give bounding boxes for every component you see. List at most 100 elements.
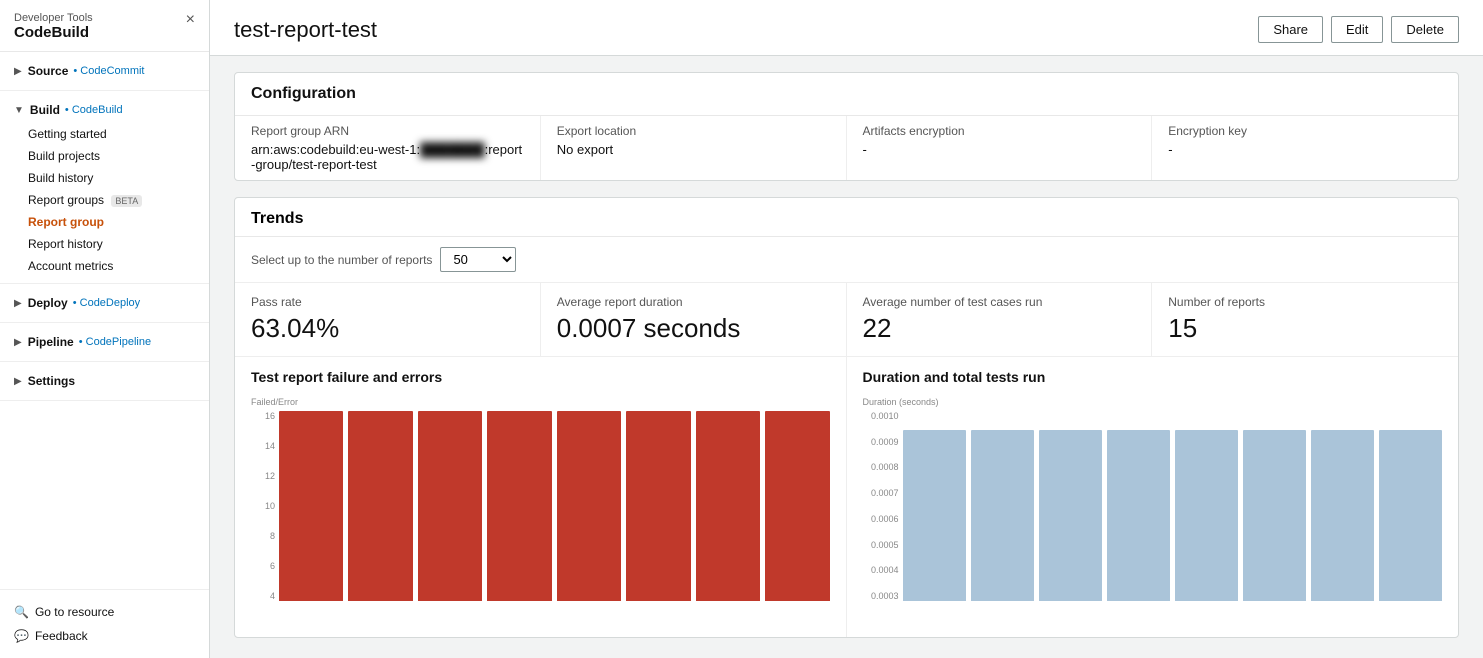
sidebar-section-source: ▶ Source • CodeCommit bbox=[0, 52, 209, 91]
dur-bar-8 bbox=[1379, 430, 1442, 601]
feedback-label: Feedback bbox=[35, 629, 88, 643]
sidebar-close-button[interactable]: × bbox=[186, 12, 195, 28]
sidebar-footer: 🔍 Go to resource 💬 Feedback bbox=[0, 589, 209, 658]
sidebar-item-report-groups[interactable]: Report groups BETA bbox=[0, 189, 209, 211]
sidebar-item-build-projects[interactable]: Build projects bbox=[0, 145, 209, 167]
bar-5 bbox=[557, 411, 621, 601]
sidebar-section-deploy-header[interactable]: ▶ Deploy • CodeDeploy bbox=[0, 290, 209, 316]
build-section-sub: • CodeBuild bbox=[65, 104, 123, 116]
metric-num-reports-label: Number of reports bbox=[1168, 295, 1442, 309]
source-section-sub: • CodeCommit bbox=[73, 65, 144, 77]
sidebar-section-source-header[interactable]: ▶ Source • CodeCommit bbox=[0, 58, 209, 84]
bar-3 bbox=[418, 411, 482, 601]
trends-header: Trends bbox=[235, 198, 1458, 237]
dur-bar-6 bbox=[1243, 430, 1306, 601]
duration-chart-title: Duration and total tests run bbox=[863, 369, 1443, 385]
settings-section-name: Settings bbox=[28, 374, 75, 388]
config-key: Encryption key - bbox=[1152, 116, 1458, 180]
duration-chart-y-label: Duration (seconds) bbox=[863, 397, 1443, 407]
sidebar-item-account-metrics[interactable]: Account metrics bbox=[0, 255, 209, 277]
dur-bar-4 bbox=[1107, 430, 1170, 601]
dur-bar-1 bbox=[903, 430, 966, 601]
dur-bar-5 bbox=[1175, 430, 1238, 601]
deploy-section-name: Deploy bbox=[28, 296, 68, 310]
chevron-down-icon: ▼ bbox=[14, 105, 24, 116]
configuration-card-header: Configuration bbox=[235, 73, 1458, 116]
configuration-grid: Report group ARN arn:aws:codebuild:eu-we… bbox=[235, 116, 1458, 180]
dur-bar-3 bbox=[1039, 430, 1102, 601]
sidebar-footer-go-to-resource[interactable]: 🔍 Go to resource bbox=[14, 600, 195, 624]
page-title: test-report-test bbox=[234, 17, 377, 43]
chevron-right-icon-settings: ▶ bbox=[14, 376, 22, 387]
config-encryption-label: Artifacts encryption bbox=[863, 124, 1136, 138]
trends-card: Trends Select up to the number of report… bbox=[234, 197, 1459, 638]
config-encryption-value: - bbox=[863, 142, 1136, 157]
configuration-title: Configuration bbox=[251, 85, 1442, 103]
sidebar-section-build-header[interactable]: ▼ Build • CodeBuild bbox=[0, 97, 209, 123]
bar-4 bbox=[487, 411, 551, 601]
metric-avg-duration-label: Average report duration bbox=[557, 295, 830, 309]
metric-avg-cases-value: 22 bbox=[863, 313, 1136, 344]
pipeline-section-name: Pipeline bbox=[28, 335, 74, 349]
bar-6 bbox=[626, 411, 690, 601]
failure-chart-wrapper: Failed/Error 4 6 8 10 12 14 16 bbox=[251, 397, 830, 617]
failure-chart-y-label: Failed/Error bbox=[251, 397, 830, 407]
chevron-right-icon-pipeline: ▶ bbox=[14, 337, 22, 348]
delete-button[interactable]: Delete bbox=[1391, 16, 1459, 43]
metric-pass-rate: Pass rate 63.04% bbox=[235, 283, 541, 356]
main-header: test-report-test Share Edit Delete bbox=[210, 0, 1483, 56]
trends-select[interactable]: 10 20 50 100 bbox=[440, 247, 516, 272]
metrics-row: Pass rate 63.04% Average report duration… bbox=[235, 283, 1458, 357]
bar-1 bbox=[279, 411, 343, 601]
chevron-right-icon-deploy: ▶ bbox=[14, 298, 22, 309]
sidebar-item-getting-started[interactable]: Getting started bbox=[0, 123, 209, 145]
feedback-icon: 💬 bbox=[14, 629, 29, 643]
trends-title: Trends bbox=[251, 210, 303, 228]
config-export-label: Export location bbox=[557, 124, 830, 138]
deploy-section-sub: • CodeDeploy bbox=[73, 297, 140, 309]
metric-avg-cases-label: Average number of test cases run bbox=[863, 295, 1136, 309]
header-actions: Share Edit Delete bbox=[1258, 16, 1459, 43]
config-arn-blurred: ███████ bbox=[420, 142, 484, 157]
metric-avg-cases: Average number of test cases run 22 bbox=[847, 283, 1153, 356]
config-key-label: Encryption key bbox=[1168, 124, 1442, 138]
sidebar-section-pipeline-header[interactable]: ▶ Pipeline • CodePipeline bbox=[0, 329, 209, 355]
sidebar-section-settings-header[interactable]: ▶ Settings bbox=[0, 368, 209, 394]
share-button[interactable]: Share bbox=[1258, 16, 1323, 43]
pipeline-section-sub: • CodePipeline bbox=[79, 336, 151, 348]
sidebar-section-settings: ▶ Settings bbox=[0, 362, 209, 401]
main-content: test-report-test Share Edit Delete Confi… bbox=[210, 0, 1483, 658]
sidebar-header: Developer Tools CodeBuild × bbox=[0, 0, 209, 52]
bar-7 bbox=[696, 411, 760, 601]
failure-chart-title: Test report failure and errors bbox=[251, 369, 830, 385]
duration-chart-area: 0.0003 0.0004 0.0005 0.0006 0.0007 0.000… bbox=[863, 411, 1443, 601]
charts-row: Test report failure and errors Failed/Er… bbox=[235, 357, 1458, 637]
sidebar-item-report-group[interactable]: Report group bbox=[0, 211, 209, 233]
sidebar-footer-feedback[interactable]: 💬 Feedback bbox=[14, 624, 195, 648]
sidebar-title: CodeBuild bbox=[14, 24, 93, 41]
config-arn: Report group ARN arn:aws:codebuild:eu-we… bbox=[235, 116, 541, 180]
sidebar-item-build-history[interactable]: Build history bbox=[0, 167, 209, 189]
sidebar-section-deploy: ▶ Deploy • CodeDeploy bbox=[0, 284, 209, 323]
failure-chart-container: Test report failure and errors Failed/Er… bbox=[235, 357, 847, 637]
content-area: Configuration Report group ARN arn:aws:c… bbox=[210, 56, 1483, 658]
bar-2 bbox=[348, 411, 412, 601]
build-section-name: Build bbox=[30, 103, 60, 117]
source-section-name: Source bbox=[28, 64, 69, 78]
metric-avg-duration-value: 0.0007 seconds bbox=[557, 313, 830, 344]
config-key-value: - bbox=[1168, 142, 1442, 157]
configuration-card: Configuration Report group ARN arn:aws:c… bbox=[234, 72, 1459, 181]
duration-chart-container: Duration and total tests run Duration (s… bbox=[847, 357, 1459, 637]
edit-button[interactable]: Edit bbox=[1331, 16, 1383, 43]
config-arn-label: Report group ARN bbox=[251, 124, 524, 138]
config-encryption: Artifacts encryption - bbox=[847, 116, 1153, 180]
dur-bar-7 bbox=[1311, 430, 1374, 601]
sidebar-item-report-history[interactable]: Report history bbox=[0, 233, 209, 255]
config-export: Export location No export bbox=[541, 116, 847, 180]
metric-avg-duration: Average report duration 0.0007 seconds bbox=[541, 283, 847, 356]
metric-pass-rate-value: 63.04% bbox=[251, 313, 524, 344]
duration-bars bbox=[903, 411, 1443, 601]
duration-y-axis: 0.0003 0.0004 0.0005 0.0006 0.0007 0.000… bbox=[863, 411, 903, 601]
trends-select-label: Select up to the number of reports bbox=[251, 253, 432, 267]
duration-chart-wrapper: Duration (seconds) 0.0003 0.0004 0.0005 … bbox=[863, 397, 1443, 617]
